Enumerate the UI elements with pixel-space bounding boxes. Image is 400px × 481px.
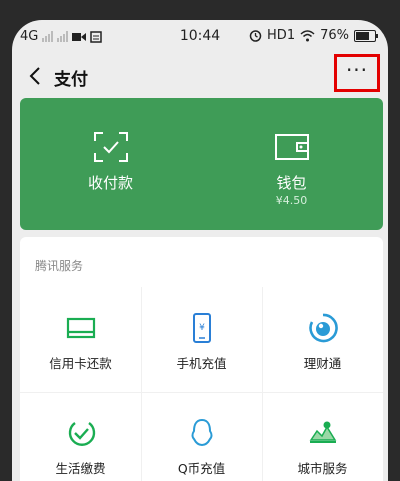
battery-icon	[354, 29, 378, 42]
pay-code-label: 收付款	[87, 174, 133, 192]
section-title: 腾讯服务	[35, 259, 84, 273]
service-label: 手机充值	[176, 356, 227, 371]
service-utilities[interactable]: 生活缴费	[20, 392, 141, 481]
wifi-icon	[300, 29, 315, 41]
wallet-icon	[275, 134, 309, 160]
service-credit-card[interactable]: 信用卡还款	[20, 287, 141, 392]
wealth-icon	[309, 313, 338, 343]
service-label: 理财通	[303, 356, 342, 371]
qq-coin-icon	[191, 418, 213, 447]
city-services-icon	[309, 421, 337, 443]
service-phone-recharge[interactable]: ¥ 手机充值	[141, 287, 262, 392]
service-label: Q币充值	[177, 461, 226, 476]
pay-code-button[interactable]: 收付款	[20, 98, 201, 230]
service-label: 生活缴费	[55, 461, 106, 476]
credit-card-icon	[66, 317, 96, 339]
alarm-icon	[249, 30, 262, 42]
back-button[interactable]	[24, 64, 48, 88]
wallet-label: 钱包	[276, 174, 307, 192]
scan-pay-icon	[94, 132, 128, 162]
battery-percent: 76%	[320, 28, 349, 43]
wallet-balance: ¥4.50	[275, 194, 308, 207]
wallet-button[interactable]: 钱包 ¥4.50	[201, 98, 382, 230]
page-title: 支付	[54, 70, 88, 90]
wallet-card: 收付款 钱包 ¥4.50	[20, 98, 383, 230]
service-wealth[interactable]: 理财通	[262, 287, 383, 392]
more-icon: ···	[345, 58, 369, 82]
phone-recharge-icon: ¥	[193, 313, 211, 343]
service-label: 信用卡还款	[49, 356, 112, 371]
status-bar: 4G 10:44 HD1 76%	[12, 20, 388, 54]
tencent-services-card: 腾讯服务 信用卡还款 ¥ 手机充值 理财通 生活缴费 Q币充值 城市服务	[20, 237, 383, 481]
service-label: 城市服务	[297, 461, 348, 476]
back-arrow-icon	[29, 67, 40, 85]
more-options-button[interactable]: ···	[334, 54, 380, 92]
utilities-icon	[68, 422, 96, 446]
phone-screen: 4G 10:44 HD1 76% 支付 ··· 收付款 钱包 ¥4.50 腾讯服…	[12, 20, 388, 481]
title-bar: 支付 ···	[12, 54, 388, 98]
service-qq-coin[interactable]: Q币充值	[141, 392, 262, 481]
svg-text:¥: ¥	[199, 323, 205, 333]
hd-indicator: HD1	[267, 28, 296, 43]
status-right: HD1 76%	[249, 28, 378, 43]
service-city[interactable]: 城市服务	[262, 392, 383, 481]
